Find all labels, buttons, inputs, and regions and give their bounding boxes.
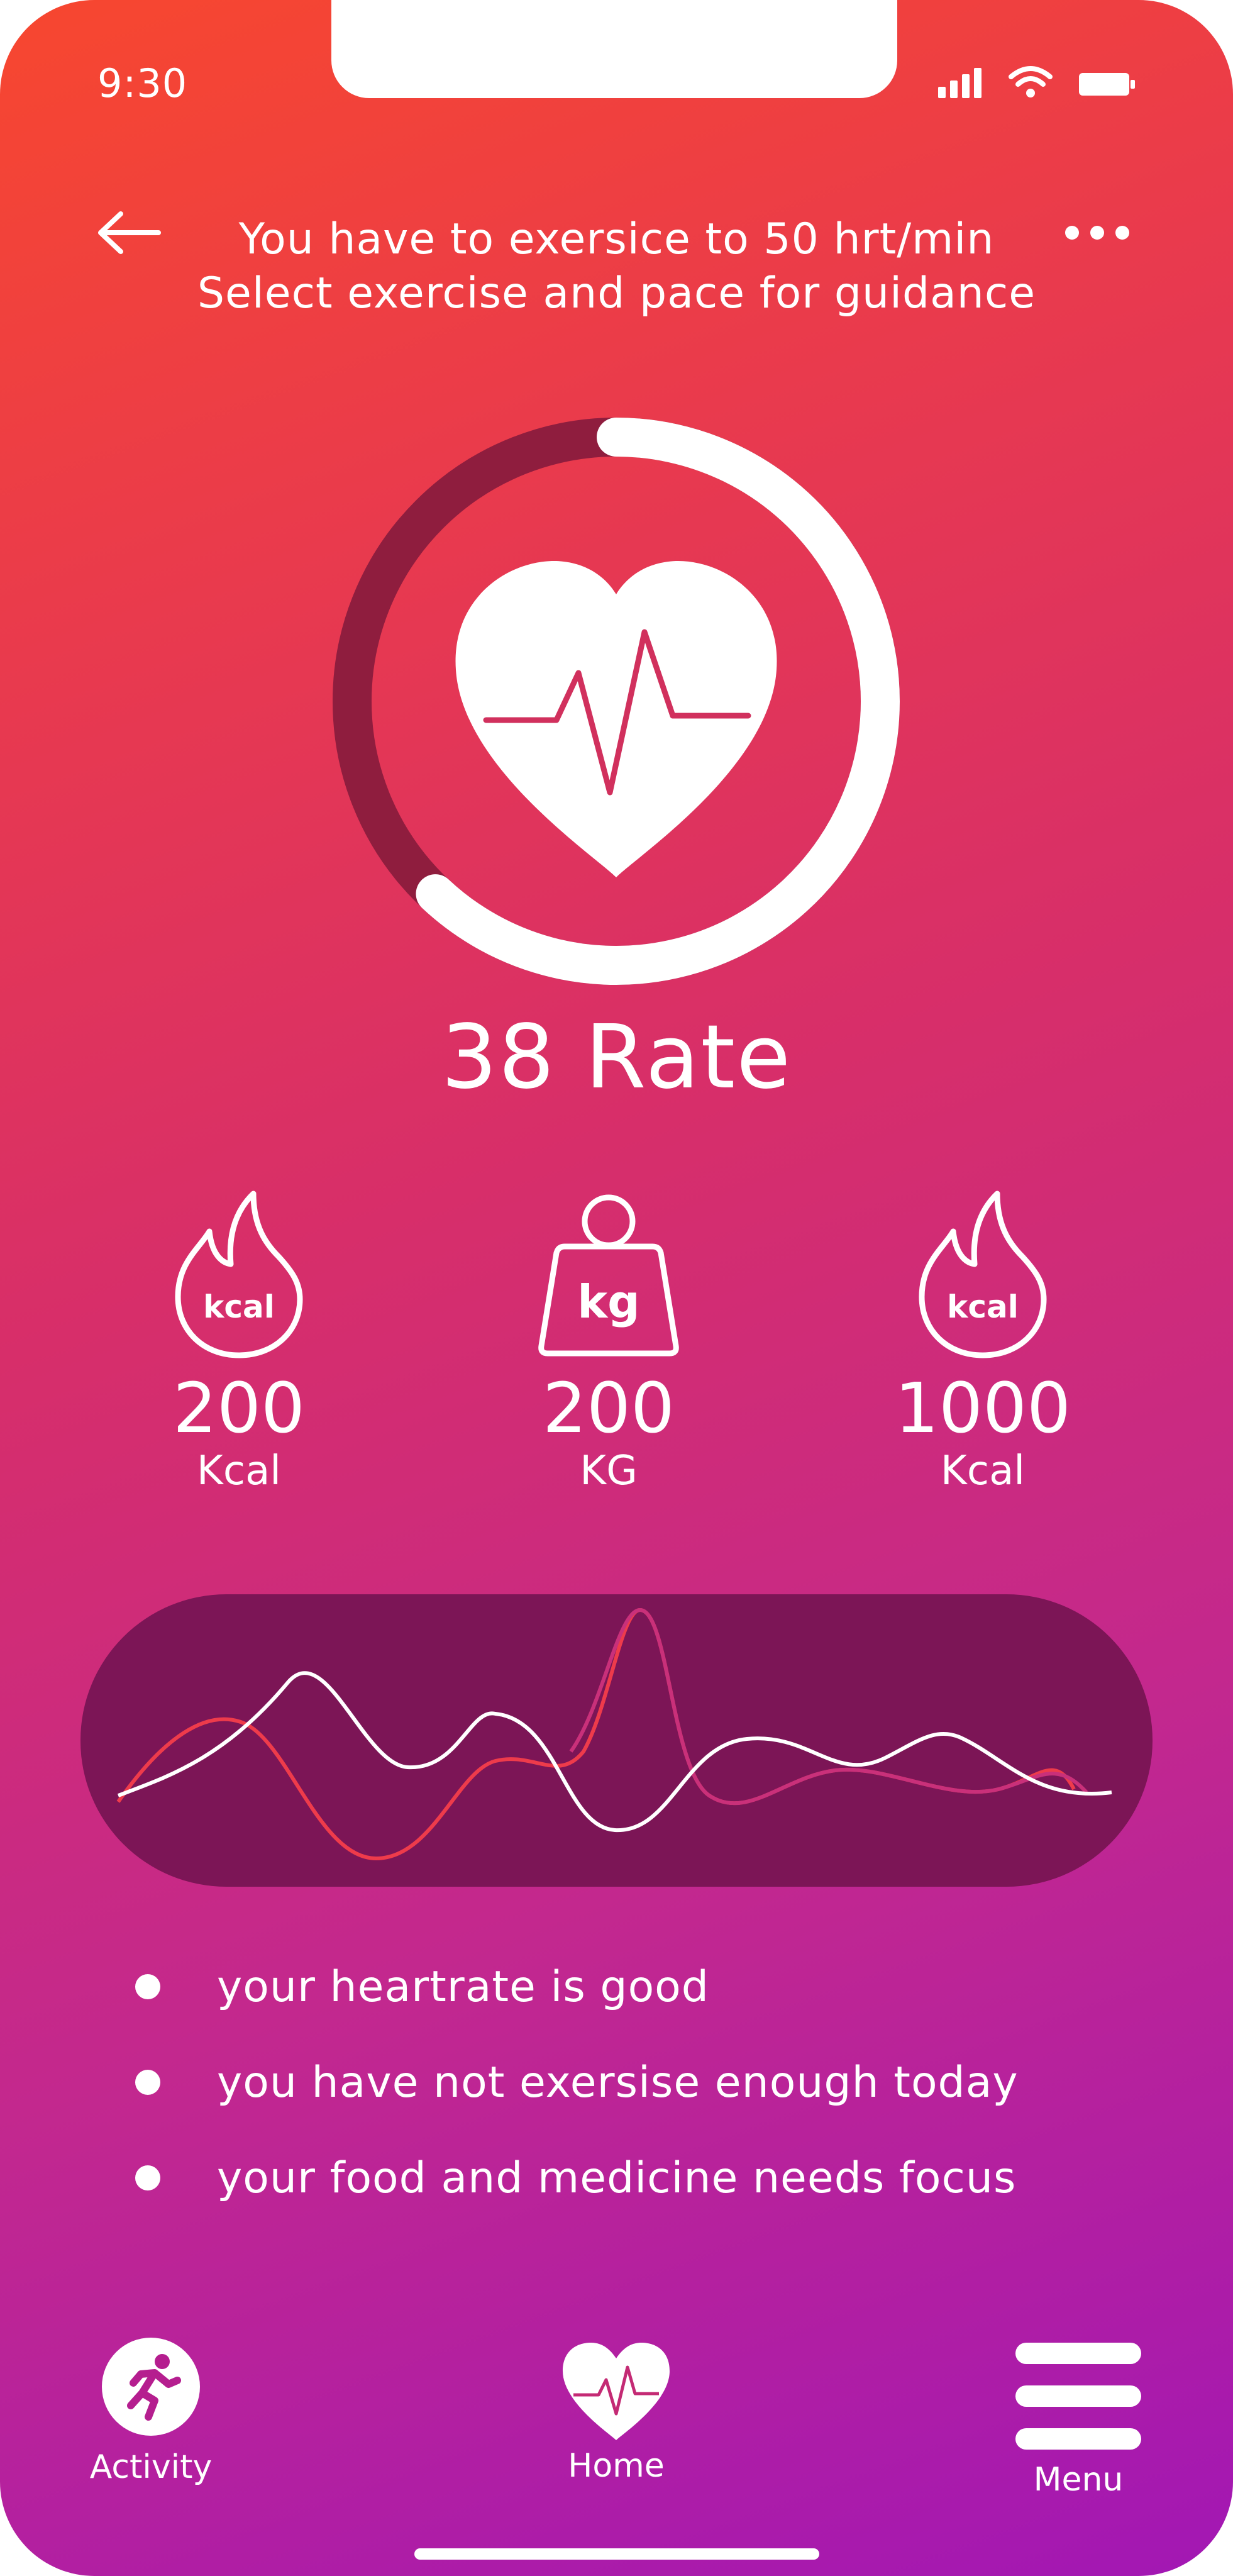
more-button[interactable]: [1063, 220, 1132, 248]
wifi-icon: [1009, 66, 1053, 97]
list-item: your food and medicine needs focus: [135, 2153, 1019, 2203]
tip-text: your food and medicine needs focus: [217, 2153, 1017, 2203]
heart-pulse-icon: [563, 2343, 670, 2440]
stat-unit: Kcal: [940, 1448, 1026, 1494]
nav-label: Menu: [1033, 2461, 1124, 2499]
stat-weight: kg 200 KG: [477, 1189, 741, 1496]
home-indicator[interactable]: [414, 2548, 819, 2560]
wave-line-pink: [569, 1607, 1088, 1806]
tips-list: your heartrate is good you have not exer…: [135, 1962, 1019, 2249]
signal-icon: [938, 68, 981, 98]
status-icons: [938, 65, 1136, 98]
bullet-dot: [135, 2070, 160, 2095]
tip-text: you have not exersise enough today: [217, 2057, 1019, 2107]
nav-home[interactable]: Home: [541, 2340, 692, 2485]
bullet-dot: [135, 2165, 160, 2190]
flame-icon: kcal: [175, 1191, 303, 1358]
nav-activity[interactable]: Activity: [85, 2336, 217, 2486]
stat-unit: KG: [580, 1448, 638, 1494]
more-dots-icon: [1065, 226, 1129, 240]
stat-badge: kcal: [947, 1289, 1019, 1325]
bullet-dot: [135, 1974, 160, 1999]
nav-label: Activity: [89, 2448, 213, 2486]
nav-menu[interactable]: Menu: [1006, 2343, 1151, 2499]
list-item: you have not exersise enough today: [135, 2058, 1019, 2107]
heart-wave-panel: [80, 1594, 1153, 1887]
heart-wave-chart: [116, 1607, 1112, 1861]
header-line-1: You have to exersice to 50 hrt/min: [238, 214, 995, 264]
status-time: 9:30: [97, 60, 188, 106]
list-item: your heartrate is good: [135, 1962, 1019, 2012]
stat-badge: kcal: [203, 1289, 275, 1325]
phone-screen: 9:30 You have to exersice to 50 hrt/min …: [0, 0, 1233, 2576]
stat-calories-2: kcal 1000 Kcal: [851, 1189, 1115, 1496]
weight-icon: kg: [538, 1194, 679, 1357]
heart-rate-ring: [333, 418, 900, 985]
heart-rate-value: 38 Rate: [441, 1006, 792, 1109]
header-line-2: Select exercise and pace for guidance: [197, 269, 1036, 318]
wave-line-white: [117, 1671, 1112, 1833]
battery-icon: [1079, 73, 1135, 96]
stat-calories-1: kcal 200 Kcal: [107, 1189, 371, 1496]
running-person-icon: [102, 2338, 200, 2436]
nav-label: Home: [568, 2447, 665, 2485]
stat-value: 200: [173, 1368, 305, 1448]
hamburger-menu-icon: [1015, 2343, 1141, 2450]
stat-badge: kg: [577, 1275, 639, 1328]
tip-text: your heartrate is good: [217, 1962, 709, 2012]
device-notch: [331, 0, 897, 98]
stat-value: 1000: [895, 1368, 1071, 1448]
heart-pulse-icon: [455, 560, 777, 877]
stat-value: 200: [543, 1368, 675, 1448]
stat-unit: Kcal: [196, 1448, 282, 1494]
flame-icon: kcal: [919, 1191, 1047, 1358]
